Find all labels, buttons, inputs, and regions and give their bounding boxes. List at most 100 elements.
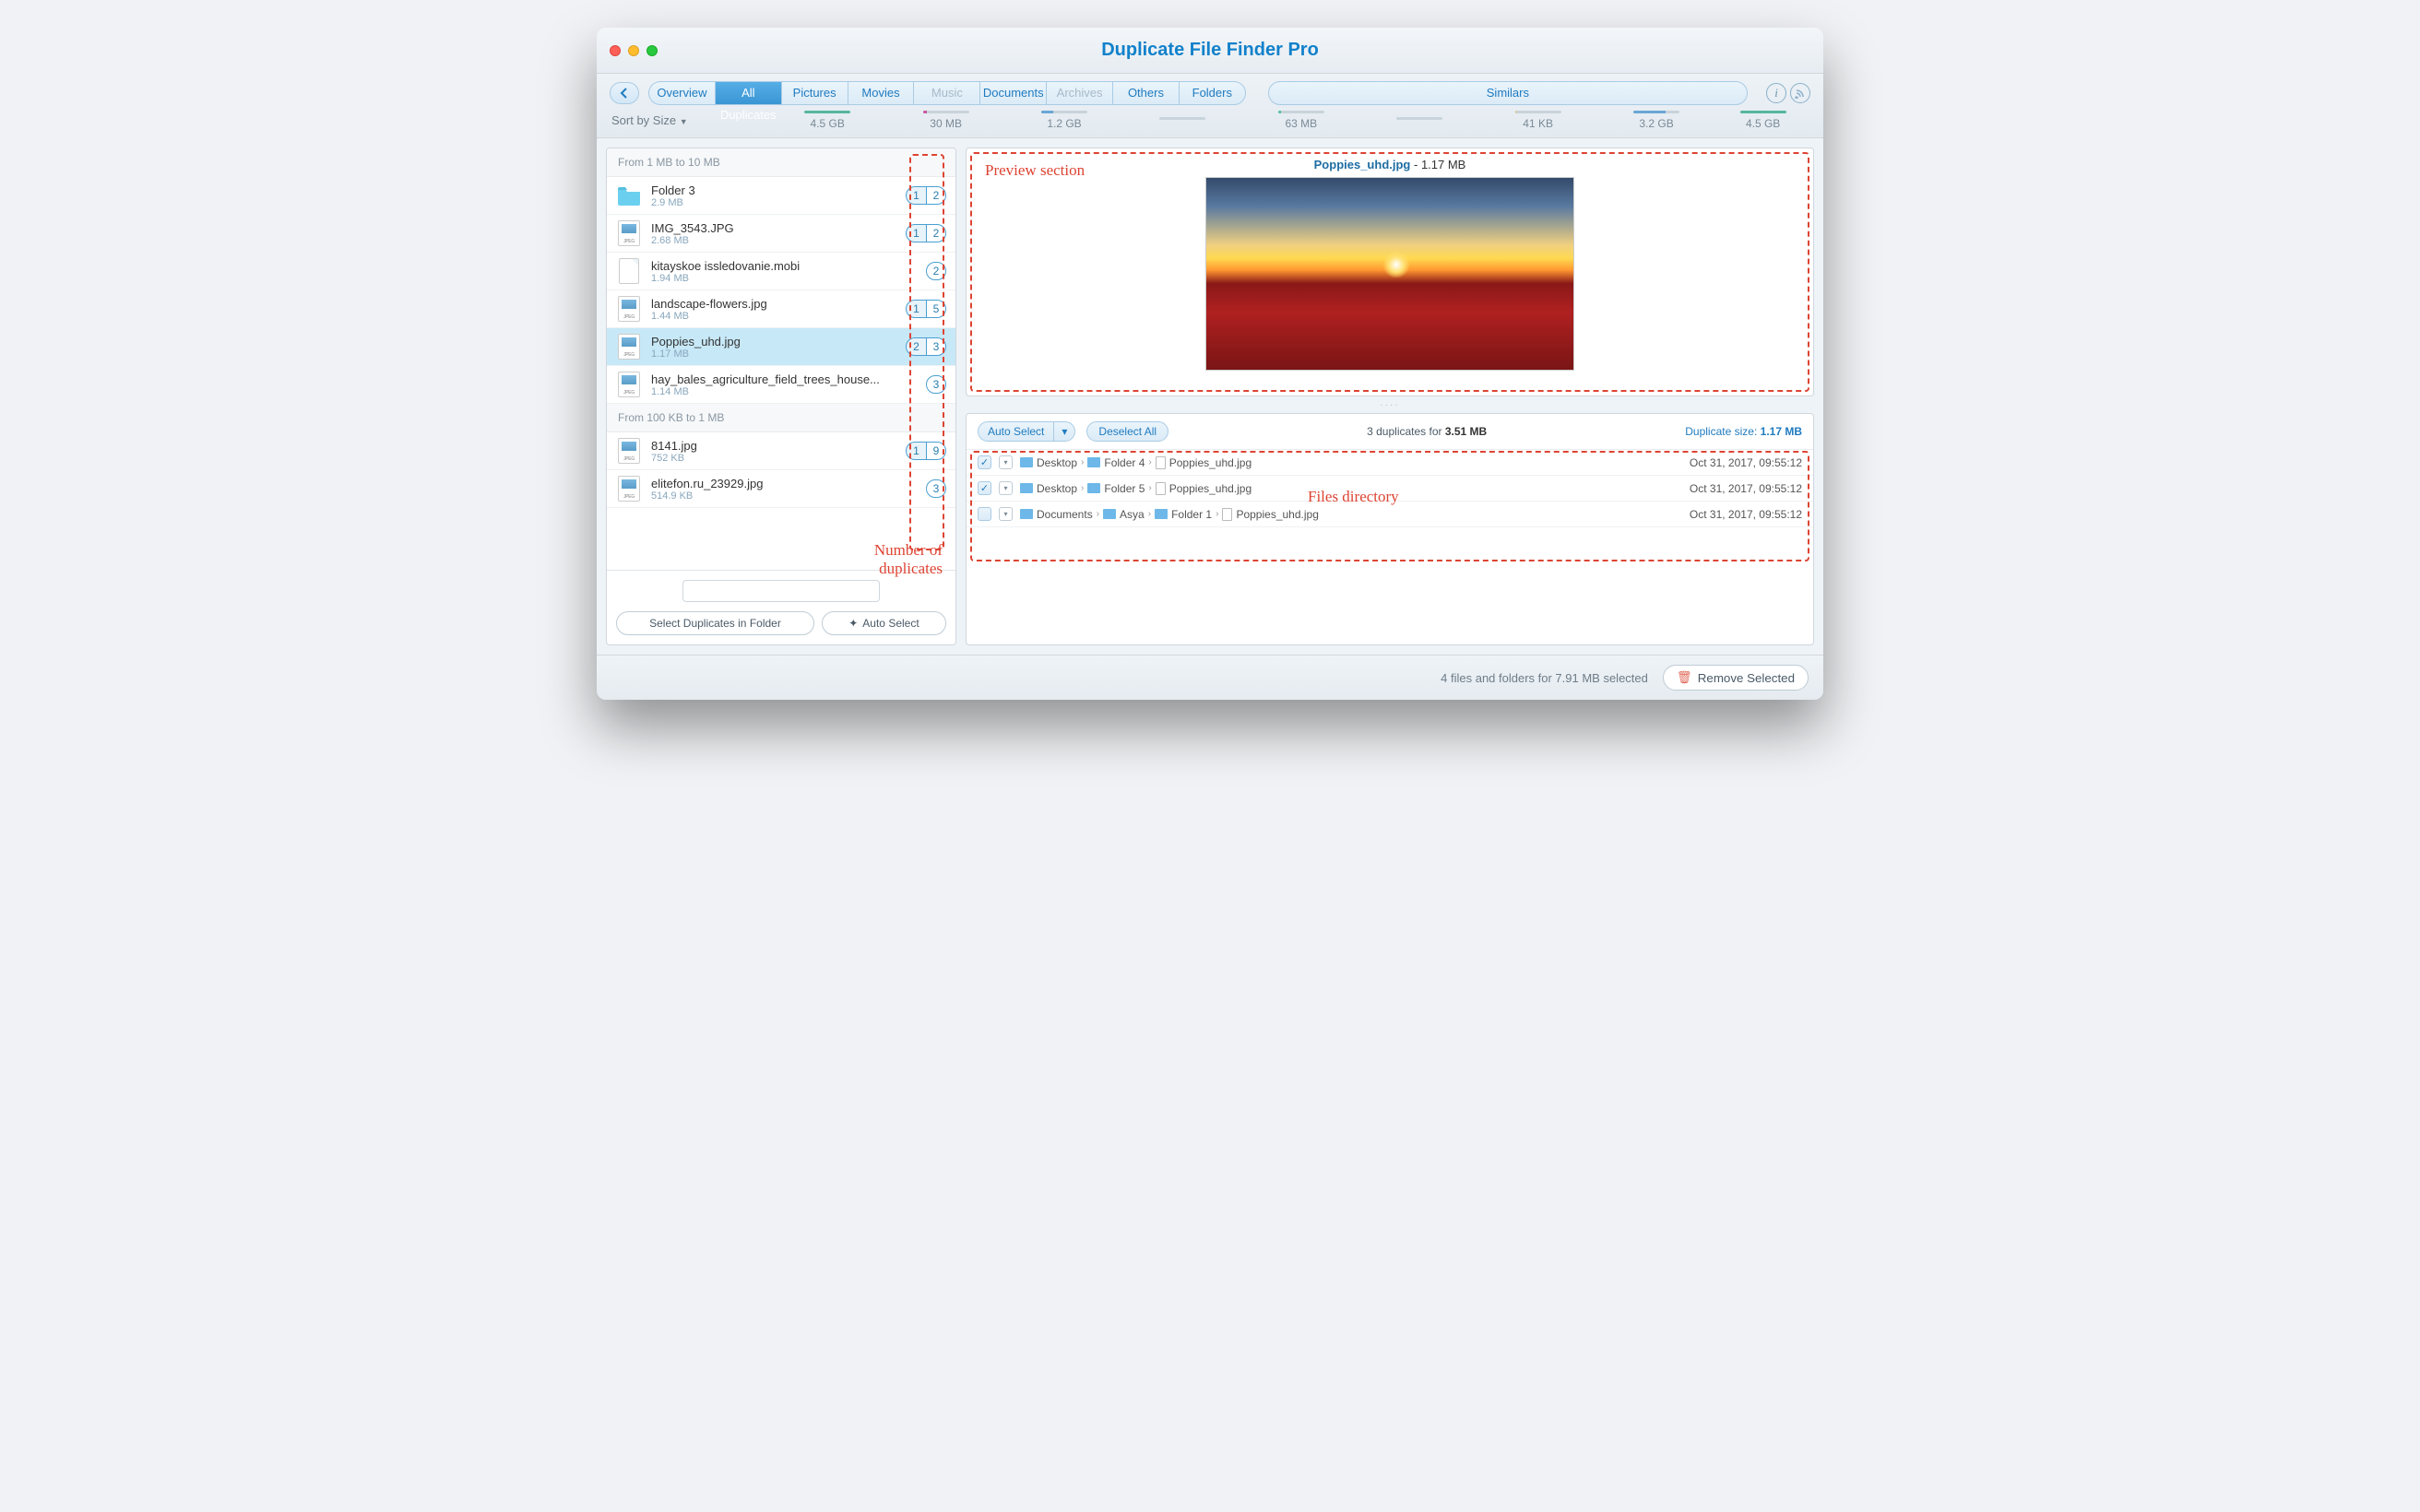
info-icon[interactable]: i bbox=[1766, 83, 1786, 103]
duplicate-count-badge: 15 bbox=[906, 300, 946, 318]
tab-movies[interactable]: Movies bbox=[848, 81, 914, 105]
sort-dropdown[interactable]: Sort by Size ▼ bbox=[610, 113, 768, 127]
sidebar-footer: Select Duplicates in Folder ✦Auto Select bbox=[607, 570, 955, 644]
folder-icon bbox=[616, 183, 642, 208]
tab-all-duplicates[interactable]: All Duplicates bbox=[715, 81, 781, 105]
checkbox[interactable]: ✓ bbox=[978, 455, 991, 469]
file-row[interactable]: Folder 32.9 MB 12 bbox=[607, 177, 955, 215]
duplicate-paths: ✓ ▾ Desktop › Folder 4 › Poppies_uhd.jpg… bbox=[967, 450, 1813, 527]
file-list-panel: From 1 MB to 10 MB Folder 32.9 MB 12 IMG… bbox=[606, 148, 956, 645]
select-duplicates-button[interactable]: Select Duplicates in Folder bbox=[616, 611, 814, 635]
timestamp: Oct 31, 2017, 09:55:12 bbox=[1690, 456, 1802, 469]
search-input[interactable] bbox=[682, 580, 881, 602]
duplicate-count-badge: 12 bbox=[906, 224, 946, 242]
file-row[interactable]: Poppies_uhd.jpg1.17 MB 23 bbox=[607, 328, 955, 366]
folder-icon bbox=[1020, 483, 1033, 493]
size-cell: 4.5 GB bbox=[768, 111, 886, 130]
tab-documents[interactable]: Documents bbox=[979, 81, 1046, 105]
rss-icon[interactable] bbox=[1790, 83, 1810, 103]
tab-music[interactable]: Music bbox=[913, 81, 979, 105]
jpeg-icon bbox=[616, 476, 642, 502]
file-row[interactable]: kitayskoe issledovanie.mobi1.94 MB 2 bbox=[607, 253, 955, 290]
chevron-down-icon[interactable]: ▾ bbox=[1053, 422, 1074, 441]
duplicate-count-badge: 12 bbox=[906, 186, 946, 205]
size-cell bbox=[1123, 117, 1241, 124]
file-row[interactable]: landscape-flowers.jpg1.44 MB 15 bbox=[607, 290, 955, 328]
annotation-preview: Preview section bbox=[985, 161, 1085, 180]
size-cell: 1.2 GB bbox=[1005, 111, 1123, 130]
jpeg-icon bbox=[616, 220, 642, 246]
file-row[interactable]: hay_bales_agriculture_field_trees_house.… bbox=[607, 366, 955, 404]
file-row[interactable]: elitefon.ru_23929.jpg514.9 KB 3 bbox=[607, 470, 955, 508]
auto-select-split-button[interactable]: Auto Select▾ bbox=[978, 421, 1075, 442]
folder-icon bbox=[1103, 509, 1116, 519]
category-tabs: OverviewAll DuplicatesPicturesMoviesMusi… bbox=[648, 81, 1246, 105]
size-cell: 30 MB bbox=[886, 111, 1004, 130]
dropdown-icon[interactable]: ▾ bbox=[999, 507, 1013, 521]
tab-others[interactable]: Others bbox=[1112, 81, 1179, 105]
detail-panel: Auto Select▾ Deselect All 3 duplicates f… bbox=[966, 413, 1814, 645]
size-cell: 3.2 GB bbox=[1597, 111, 1715, 130]
checkbox[interactable] bbox=[978, 507, 991, 521]
duplicate-count-badge: 2 bbox=[926, 262, 946, 280]
tab-overview[interactable]: Overview bbox=[648, 81, 715, 105]
remove-selected-button[interactable]: 🗑 Remove Selected bbox=[1663, 665, 1809, 691]
duplicate-count-badge: 3 bbox=[926, 479, 946, 498]
breadcrumb: Desktop › Folder 4 › Poppies_uhd.jpg bbox=[1020, 456, 1682, 469]
dropdown-icon[interactable]: ▾ bbox=[999, 455, 1013, 469]
selection-status: 4 files and folders for 7.91 MB selected bbox=[1441, 671, 1648, 685]
app-window: Duplicate File Finder Pro OverviewAll Du… bbox=[597, 28, 1823, 700]
folder-icon bbox=[1087, 483, 1100, 493]
file-row[interactable]: IMG_3543.JPG2.68 MB 12 bbox=[607, 215, 955, 253]
main-panel: Preview section Poppies_uhd.jpg - 1.17 M… bbox=[966, 148, 1814, 645]
deselect-all-button[interactable]: Deselect All bbox=[1086, 421, 1168, 442]
preview-title: Poppies_uhd.jpg - 1.17 MB bbox=[1314, 158, 1466, 171]
jpeg-icon bbox=[616, 334, 642, 360]
checkbox[interactable]: ✓ bbox=[978, 481, 991, 495]
tab-folders[interactable]: Folders bbox=[1179, 81, 1246, 105]
file-icon bbox=[1156, 482, 1166, 495]
tab-pictures[interactable]: Pictures bbox=[781, 81, 848, 105]
size-cell: 63 MB bbox=[1242, 111, 1360, 130]
file-icon bbox=[1222, 508, 1232, 521]
folder-icon bbox=[1087, 457, 1100, 467]
path-row[interactable]: ✓ ▾ Desktop › Folder 4 › Poppies_uhd.jpg… bbox=[967, 450, 1813, 476]
folder-icon bbox=[1155, 509, 1168, 519]
size-cell bbox=[1360, 117, 1478, 124]
tab-archives[interactable]: Archives bbox=[1046, 81, 1112, 105]
doc-icon bbox=[616, 258, 642, 284]
back-button[interactable] bbox=[610, 82, 639, 104]
duplicate-summary: 3 duplicates for 3.51 MB bbox=[1180, 425, 1674, 438]
tab-similars[interactable]: Similars bbox=[1268, 81, 1748, 105]
toolbar: OverviewAll DuplicatesPicturesMoviesMusi… bbox=[597, 74, 1823, 138]
group-header: From 1 MB to 10 MB bbox=[607, 148, 955, 177]
resize-handle[interactable] bbox=[966, 402, 1814, 408]
path-row[interactable]: ✓ ▾ Desktop › Folder 5 › Poppies_uhd.jpg… bbox=[967, 476, 1813, 502]
jpeg-icon bbox=[616, 372, 642, 397]
jpeg-icon bbox=[616, 296, 642, 322]
preview-image bbox=[1205, 177, 1574, 371]
file-row[interactable]: 8141.jpg752 KB 19 bbox=[607, 432, 955, 470]
footer: 4 files and folders for 7.91 MB selected… bbox=[597, 655, 1823, 700]
app-title: Duplicate File Finder Pro bbox=[597, 40, 1823, 61]
detail-toolbar: Auto Select▾ Deselect All 3 duplicates f… bbox=[967, 414, 1813, 450]
breadcrumb: Desktop › Folder 5 › Poppies_uhd.jpg bbox=[1020, 482, 1682, 495]
duplicate-count-badge: 3 bbox=[926, 375, 946, 394]
duplicate-count-badge: 19 bbox=[906, 442, 946, 460]
folder-icon bbox=[1020, 457, 1033, 467]
folder-icon bbox=[1020, 509, 1033, 519]
timestamp: Oct 31, 2017, 09:55:12 bbox=[1690, 508, 1802, 521]
file-icon bbox=[1156, 456, 1166, 469]
wand-icon: ✦ bbox=[848, 617, 858, 630]
file-list[interactable]: From 1 MB to 10 MB Folder 32.9 MB 12 IMG… bbox=[607, 148, 955, 570]
group-header: From 100 KB to 1 MB bbox=[607, 404, 955, 432]
path-row[interactable]: ▾ Documents › Asya › Folder 1 › Poppies_… bbox=[967, 502, 1813, 527]
duplicate-size-label: Duplicate size: 1.17 MB bbox=[1685, 425, 1802, 438]
jpeg-icon bbox=[616, 438, 642, 464]
auto-select-button[interactable]: ✦Auto Select bbox=[822, 611, 946, 635]
dropdown-icon[interactable]: ▾ bbox=[999, 481, 1013, 495]
sizes-row: Sort by Size ▼ 4.5 GB30 MB1.2 GB63 MB41 … bbox=[610, 105, 1810, 137]
breadcrumb: Documents › Asya › Folder 1 › Poppies_uh… bbox=[1020, 508, 1682, 521]
duplicate-count-badge: 23 bbox=[906, 337, 946, 356]
trash-icon: 🗑 bbox=[1677, 670, 1692, 685]
